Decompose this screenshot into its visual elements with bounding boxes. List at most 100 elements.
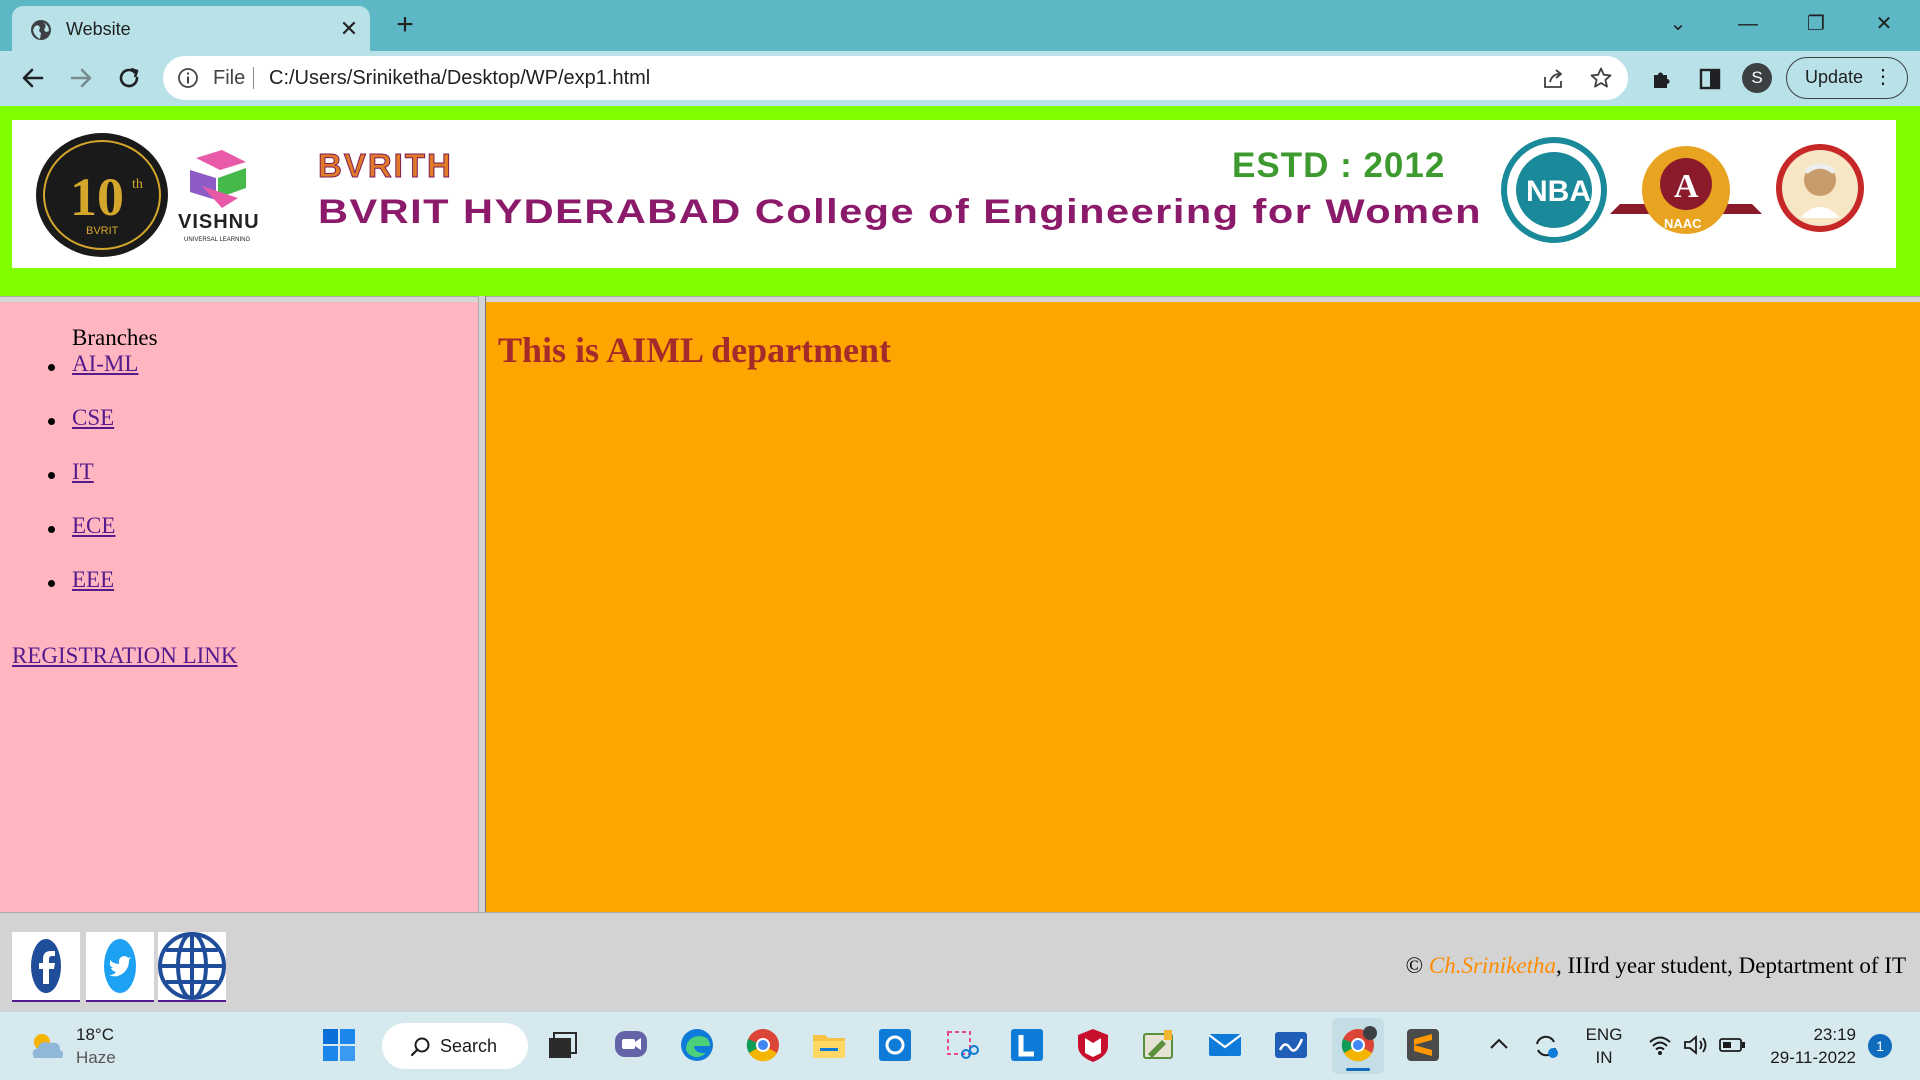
browser-tabstrip: Website ✕ + ⌄ — ❐ ✕: [0, 0, 1920, 51]
list-bullet: [48, 418, 55, 425]
list-bullet: [48, 580, 55, 587]
college-banner: 10 th BVRIT VISHNU UNIVERSAL LEARNING BV…: [12, 120, 1896, 268]
branch-link-ece[interactable]: ECE: [72, 512, 115, 540]
update-label: Update: [1805, 67, 1864, 87]
list-bullet: [48, 472, 55, 479]
vishnu-logo: VISHNU UNIVERSAL LEARNING: [178, 150, 260, 243]
nba-logo: NBA: [1501, 137, 1607, 243]
windows-start-icon[interactable]: [320, 1026, 358, 1064]
volume-icon[interactable]: [1682, 1034, 1708, 1056]
branches-heading: Branches: [72, 325, 158, 350]
share-icon[interactable]: [1541, 67, 1565, 91]
whiteboard-icon[interactable]: [1272, 1026, 1310, 1064]
taskbar-search[interactable]: Search: [382, 1023, 528, 1069]
notification-badge[interactable]: 1: [1868, 1034, 1892, 1058]
teams-chat-icon[interactable]: [612, 1026, 650, 1064]
facebook-icon: [31, 939, 61, 993]
restore-icon[interactable]: ❐: [1796, 8, 1836, 40]
mail-icon[interactable]: [1206, 1026, 1244, 1064]
author-name: Ch.Sriniketha: [1428, 953, 1557, 978]
side-panel-icon[interactable]: [1698, 67, 1722, 91]
branch-link-ai-ml[interactable]: AI-ML: [72, 350, 138, 378]
url-scheme-label: File: [213, 67, 246, 89]
vishnu-subtitle: UNIVERSAL LEARNING: [184, 237, 250, 243]
active-chrome-taskbar-item[interactable]: [1332, 1018, 1384, 1074]
file-explorer-icon[interactable]: [810, 1026, 848, 1064]
reload-icon[interactable]: [114, 63, 144, 93]
url-text[interactable]: C:/Users/Sriniketha/Desktop/WP/exp1.html: [269, 66, 650, 90]
content-frame: This is AIML department: [486, 302, 1920, 912]
anniversary-number: 10: [70, 167, 124, 227]
chevron-up-icon[interactable]: [1488, 1036, 1510, 1052]
branch-link-cse[interactable]: CSE: [72, 404, 114, 432]
clock-time[interactable]: 23:19: [1760, 1024, 1856, 1046]
sync-icon[interactable]: [1532, 1032, 1560, 1060]
tab-title: Website: [66, 19, 131, 39]
wifi-icon[interactable]: [1648, 1034, 1672, 1056]
new-tab-button[interactable]: +: [389, 10, 421, 42]
browser-tab[interactable]: Website ✕: [12, 6, 370, 51]
branch-link-it[interactable]: IT: [72, 458, 94, 486]
menu-dots-icon[interactable]: ⋮: [1873, 58, 1893, 97]
weather-cloud-sun-icon[interactable]: [26, 1028, 66, 1064]
lens-app-icon[interactable]: [1008, 1026, 1046, 1064]
search-label: Search: [440, 1036, 498, 1056]
close-window-icon[interactable]: ✕: [1864, 8, 1904, 40]
naac-grade: A: [1674, 168, 1699, 205]
banner-college-name: BVRIT HYDERABAD College of Engineering f…: [318, 193, 1482, 231]
forward-arrow-icon[interactable]: [66, 63, 96, 93]
banner-short-name: BVRITH: [318, 147, 453, 184]
anniversary-superscript: th: [132, 177, 143, 192]
list-bullet: [48, 364, 55, 371]
chrome-icon: [1341, 1026, 1377, 1062]
department-heading: This is AIML department: [498, 330, 892, 370]
photos-app-icon[interactable]: [876, 1026, 914, 1064]
battery-icon[interactable]: [1718, 1036, 1746, 1054]
nba-text: NBA: [1526, 175, 1591, 208]
vishnu-label: VISHNU: [178, 211, 260, 233]
anniversary-logo: 10 th BVRIT: [36, 133, 168, 257]
profile-avatar[interactable]: S: [1742, 63, 1772, 93]
copyright-text: © Ch.Sriniketha, IIIrd year student, Dep…: [1406, 952, 1906, 980]
snipping-tool-icon[interactable]: [942, 1026, 980, 1064]
weather-temperature: 18°C: [76, 1025, 114, 1044]
frame-divider-vertical[interactable]: [478, 296, 486, 912]
bookmark-star-icon[interactable]: [1589, 66, 1613, 90]
twitter-link[interactable]: [86, 932, 154, 1002]
minimize-icon[interactable]: —: [1728, 8, 1768, 40]
branch-link-eee[interactable]: EEE: [72, 566, 114, 594]
clock-date[interactable]: 29-11-2022: [1756, 1047, 1856, 1069]
facebook-link[interactable]: [12, 932, 80, 1002]
banner-estd: ESTD : 2012: [1232, 146, 1445, 185]
footer-frame: © Ch.Sriniketha, IIIrd year student, Dep…: [0, 918, 1920, 1011]
registration-link[interactable]: REGISTRATION LINK: [12, 642, 238, 670]
website-link[interactable]: [158, 932, 226, 1002]
edge-browser-icon[interactable]: [678, 1026, 716, 1064]
browser-toolbar: File C:/Users/Sriniketha/Desktop/WP/exp1…: [0, 51, 1920, 106]
update-button[interactable]: Update ⋮: [1786, 57, 1908, 99]
author-description: , IIIrd year student, Deptartment of IT: [1556, 953, 1906, 978]
list-bullet: [48, 526, 55, 533]
college-banner-image: 10 th BVRIT VISHNU UNIVERSAL LEARNING BV…: [36, 133, 1864, 257]
address-bar[interactable]: File C:/Users/Sriniketha/Desktop/WP/exp1…: [163, 56, 1628, 100]
tab-search-chevron-icon[interactable]: ⌄: [1658, 8, 1698, 40]
founder-portrait: [1776, 144, 1864, 232]
mcafee-shield-icon[interactable]: [1074, 1026, 1112, 1064]
weather-description: Haze: [76, 1048, 116, 1067]
tab-close-icon[interactable]: ✕: [336, 16, 362, 42]
task-view-icon[interactable]: [543, 1026, 581, 1064]
search-icon: [410, 1037, 430, 1057]
language-indicator[interactable]: ENG: [1584, 1024, 1624, 1046]
sidebar-frame: Branches AI-ML CSE IT ECE EEE REGISTRATI…: [0, 302, 478, 912]
info-icon[interactable]: [177, 67, 199, 89]
chrome-icon[interactable]: [744, 1026, 782, 1064]
extensions-puzzle-icon[interactable]: [1650, 67, 1674, 91]
naac-logo: A NAAC: [1610, 146, 1762, 234]
back-arrow-icon[interactable]: [18, 63, 48, 93]
globe-icon: [158, 932, 226, 1000]
sublime-text-icon[interactable]: [1404, 1026, 1442, 1064]
naac-label: NAAC: [1664, 216, 1702, 231]
paint-app-icon[interactable]: [1140, 1026, 1178, 1064]
region-indicator[interactable]: IN: [1584, 1047, 1624, 1069]
windows-taskbar: 18°C Haze Search ENG IN 23:19 29-11-2022…: [0, 1011, 1920, 1080]
